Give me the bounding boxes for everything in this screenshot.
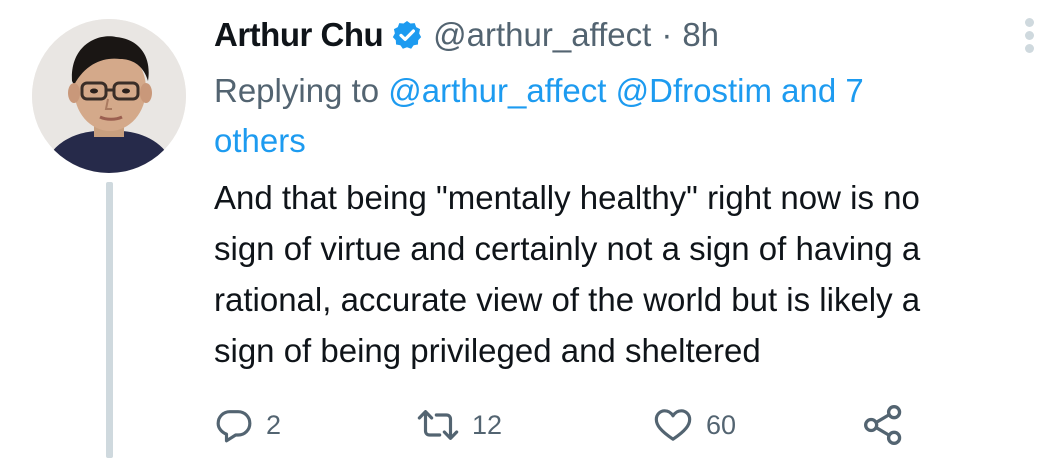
tweet-text-line: sign of virtue and certainly not a sign … xyxy=(214,230,921,267)
verified-badge-icon xyxy=(391,19,423,51)
tweet-text-line: rational, accurate view of the world but… xyxy=(214,281,921,318)
tweet-header: Arthur Chu @arthur_affect · 8h xyxy=(214,12,719,58)
like-count: 60 xyxy=(706,409,737,440)
others-link-continued[interactable]: others xyxy=(214,122,306,159)
reply-count: 2 xyxy=(266,409,282,440)
tweet-text-line: And that being "mentally healthy" right … xyxy=(214,179,920,216)
retweet-icon xyxy=(417,410,459,440)
share-button[interactable] xyxy=(862,398,906,452)
retweet-count: 12 xyxy=(472,409,503,440)
tweet-text: And that being "mentally healthy" right … xyxy=(214,172,1034,376)
display-name[interactable]: Arthur Chu xyxy=(214,16,384,54)
avatar-image xyxy=(32,19,186,173)
mention-link[interactable]: @Dfrostim xyxy=(616,72,772,109)
replying-to: Replying to @arthur_affect @Dfrostim and… xyxy=(214,66,1014,166)
like-icon xyxy=(654,409,692,441)
separator-dot: · xyxy=(661,16,673,53)
reply-button[interactable]: 2 xyxy=(214,398,281,452)
timestamp[interactable]: 8h xyxy=(682,16,719,54)
tweet-text-line: sign of being privileged and sheltered xyxy=(214,332,761,369)
thread-line xyxy=(106,182,113,458)
others-link[interactable]: and 7 xyxy=(781,72,864,109)
reply-icon xyxy=(216,410,252,443)
retweet-button[interactable]: 12 xyxy=(416,398,502,452)
tweet-actions: 2 12 60 xyxy=(214,398,974,452)
replying-prefix: Replying to xyxy=(214,72,389,109)
share-icon xyxy=(864,405,902,445)
avatar[interactable] xyxy=(32,19,186,173)
like-button[interactable]: 60 xyxy=(652,398,736,452)
author-handle[interactable]: @arthur_affect xyxy=(433,16,651,54)
more-options-icon[interactable] xyxy=(1023,18,1035,58)
mention-link[interactable]: @arthur_affect xyxy=(388,72,606,109)
tweet[interactable]: Arthur Chu @arthur_affect · 8h Replying … xyxy=(0,0,1061,458)
